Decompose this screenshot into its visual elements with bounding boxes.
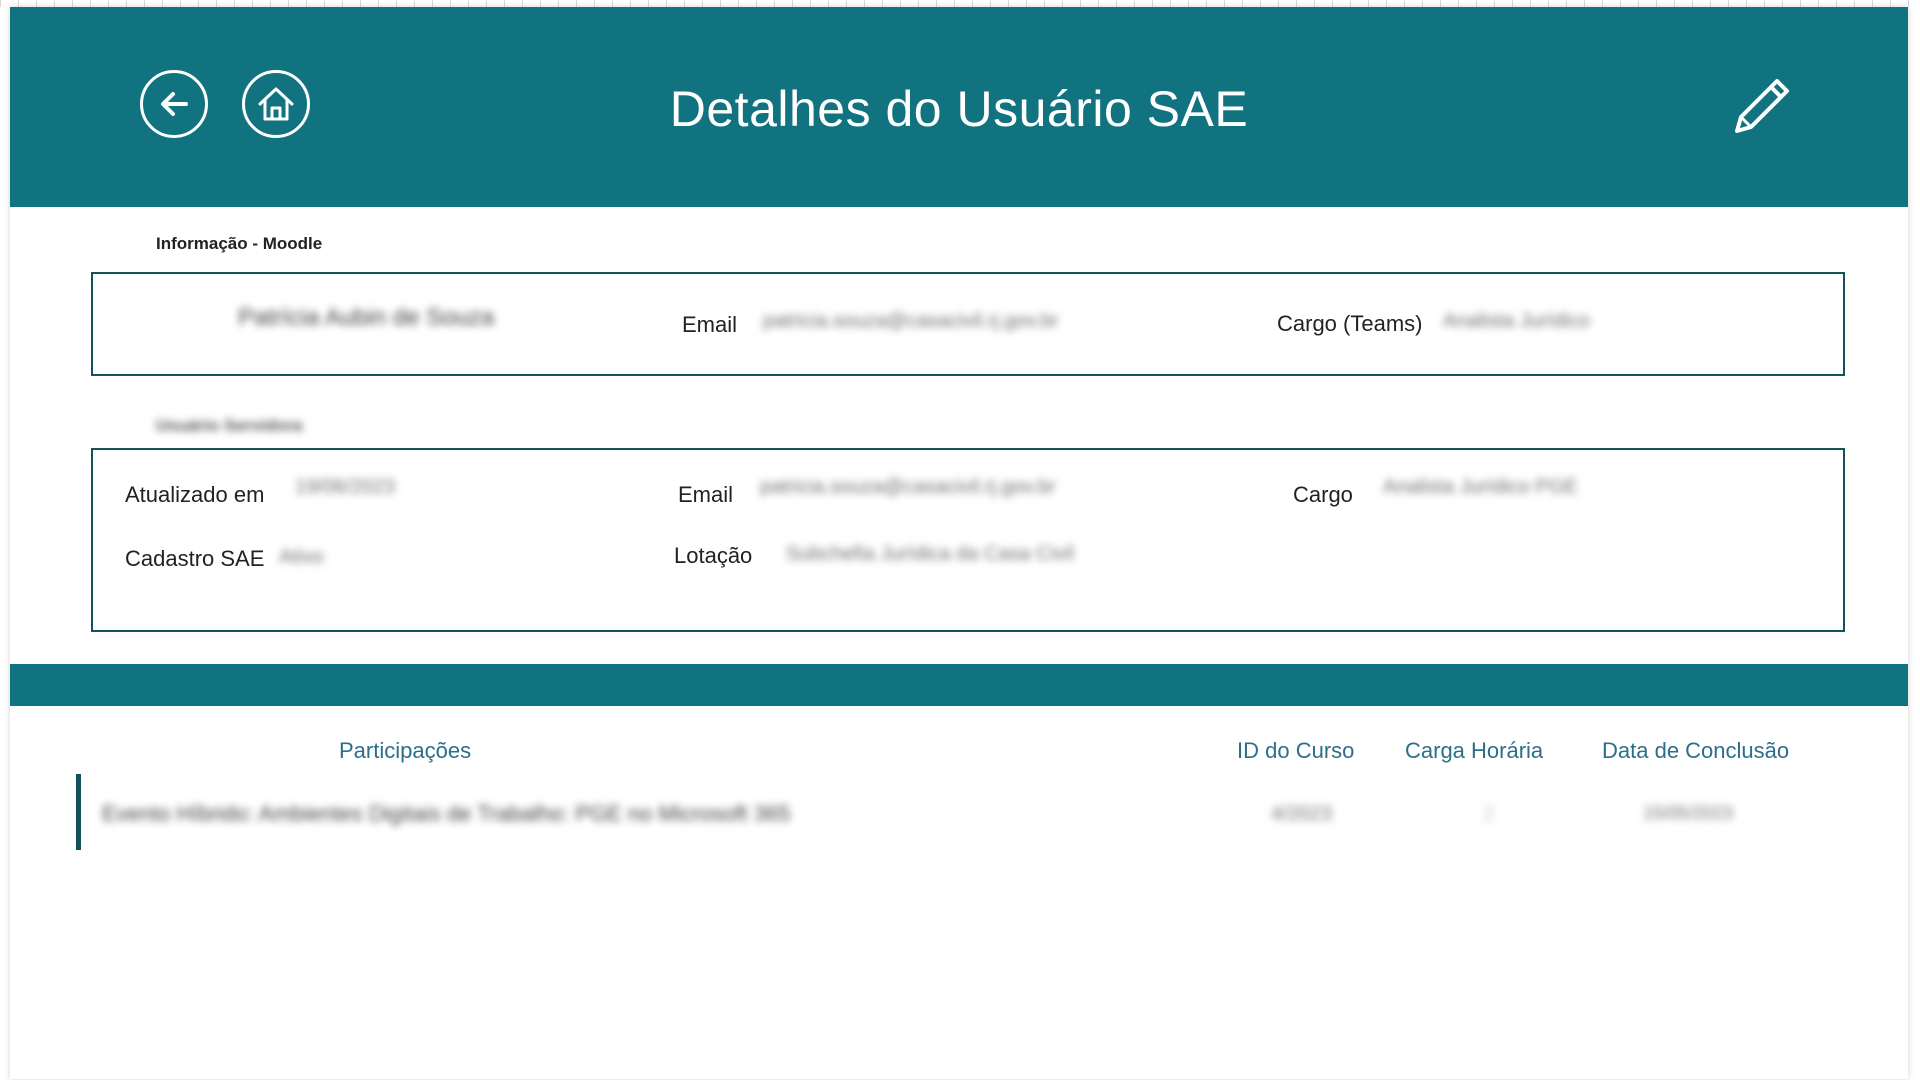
sae-cargo-value: Analista Jurídico PGE — [1383, 476, 1578, 498]
col-carga-horaria[interactable]: Carga Horária — [1405, 738, 1543, 764]
col-id-curso[interactable]: ID do Curso — [1237, 738, 1354, 764]
lotacao-value: Subchefia Jurídica da Casa Civil — [786, 543, 1074, 565]
participations-header-band — [10, 664, 1908, 706]
row-selected-indicator — [76, 774, 81, 850]
moodle-cargo-value: Analista Jurídico — [1443, 310, 1590, 332]
moodle-name-value: Patrícia Aubin de Souza — [238, 304, 495, 331]
header-bar: Detalhes do Usuário SAE — [10, 7, 1908, 207]
sae-email-value: patricia.souza@casacivil.rj.gov.br — [760, 476, 1056, 498]
updated-label: Atualizado em — [125, 482, 265, 507]
app-screen: Detalhes do Usuário SAE Informação - Moo… — [10, 7, 1908, 1079]
pencil-icon — [1735, 79, 1789, 133]
col-participacoes[interactable]: Participações — [339, 738, 471, 764]
row-title: Evento Híbrido: Ambientes Digitais de Tr… — [102, 801, 791, 826]
sae-email-label: Email — [678, 482, 734, 507]
moodle-email-label: Email — [682, 312, 738, 337]
lotacao-label: Lotação — [674, 543, 753, 568]
moodle-section-label: Informação - Moodle — [156, 234, 323, 253]
cadastro-value: Ativo — [279, 546, 324, 568]
sae-section-label: Usuário Servidora — [156, 416, 303, 435]
moodle-email-value: patricia.souza@casacivil.rj.gov.br — [763, 310, 1059, 332]
moodle-cargo-label: Cargo (Teams) — [1277, 311, 1423, 336]
cadastro-label: Cadastro SAE — [125, 546, 265, 571]
moodle-info-box: Patrícia Aubin de Souza Email patricia.s… — [91, 272, 1845, 376]
page-title: Detalhes do Usuário SAE — [669, 81, 1249, 137]
edit-button[interactable] — [1725, 73, 1795, 143]
top-dotted-border — [0, 0, 1920, 7]
row-carga-horaria: 2 — [1483, 803, 1495, 825]
col-data-conclusao[interactable]: Data de Conclusão — [1602, 738, 1789, 764]
table-row[interactable]: Evento Híbrido: Ambientes Digitais de Tr… — [76, 774, 1856, 850]
sae-cargo-label: Cargo — [1293, 482, 1353, 507]
sae-info-box: Atualizado em 19/06/2023 Email patricia.… — [91, 448, 1845, 632]
row-data-conclusao: 15/05/2023 — [1643, 803, 1734, 823]
updated-value: 19/06/2023 — [295, 476, 396, 498]
row-id-curso: 4/2023 — [1271, 803, 1333, 825]
